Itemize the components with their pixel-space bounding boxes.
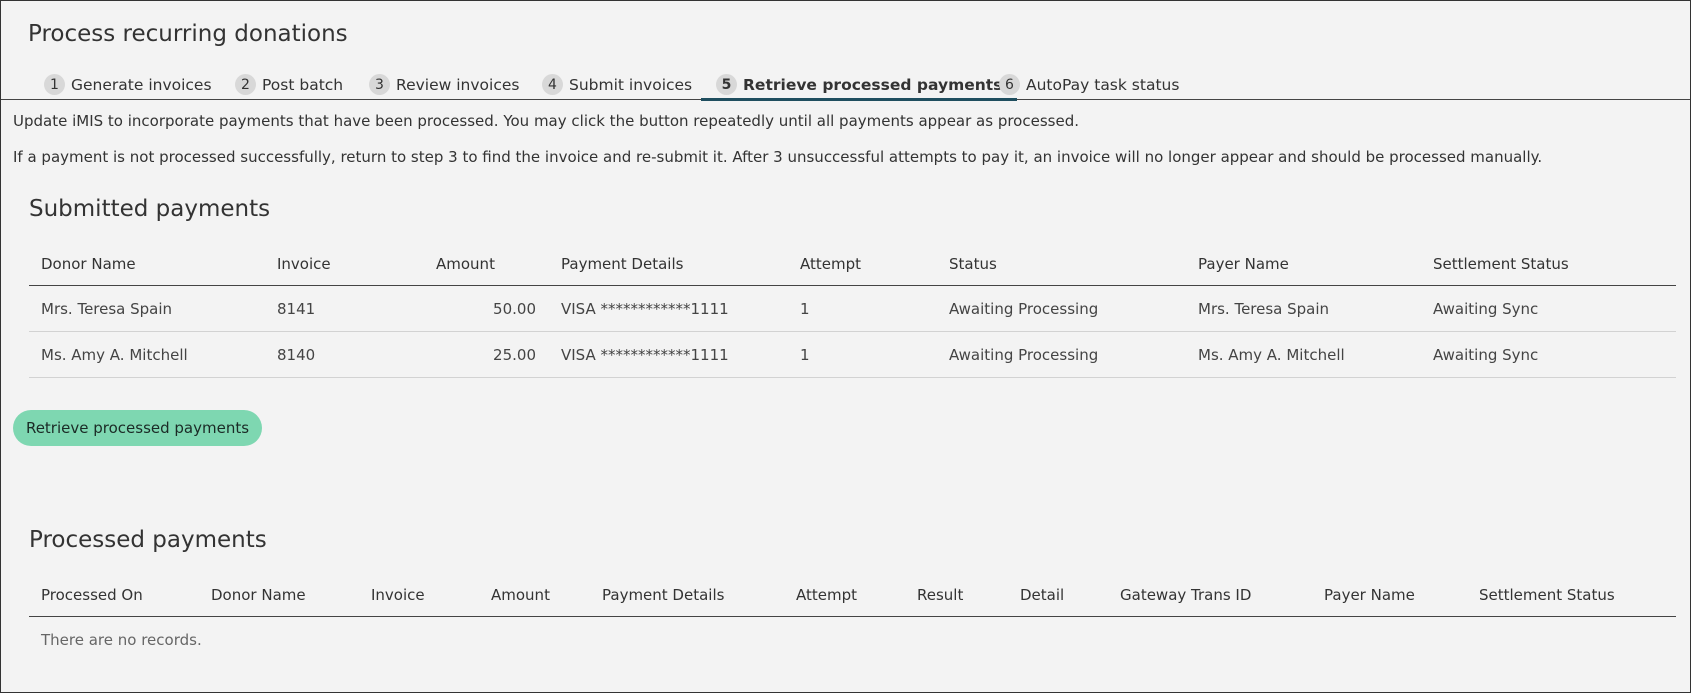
step-tabs: 1 Generate invoices 2 Post batch 3 Revie… xyxy=(1,64,1690,101)
settlement-status: Awaiting Sync xyxy=(1433,299,1539,318)
invoice: 8140 xyxy=(277,345,316,364)
retrieve-processed-payments-button[interactable]: Retrieve processed payments xyxy=(13,410,262,446)
column-header[interactable]: Payment Details xyxy=(602,573,724,616)
no-records-text: There are no records. xyxy=(41,631,202,649)
settlement-status: Awaiting Sync xyxy=(1433,345,1539,364)
column-header[interactable]: Donor Name xyxy=(211,573,306,616)
tab-submit-invoices[interactable]: 4 Submit invoices xyxy=(542,69,692,100)
column-header[interactable]: Attempt xyxy=(796,573,857,616)
app-frame: Process recurring donations 1 Generate i… xyxy=(0,0,1691,693)
processed-payments-title: Processed payments xyxy=(29,527,267,553)
intro-text-2: If a payment is not processed successful… xyxy=(13,148,1543,166)
column-header[interactable]: Result xyxy=(917,573,963,616)
step-number-badge: 3 xyxy=(369,74,390,95)
column-header[interactable]: Payer Name xyxy=(1198,242,1289,285)
tab-autopay-task-status[interactable]: 6 AutoPay task status xyxy=(999,69,1179,100)
status: Awaiting Processing xyxy=(949,299,1099,318)
column-header[interactable]: Invoice xyxy=(277,242,331,285)
intro-text-1: Update iMIS to incorporate payments that… xyxy=(13,112,1079,130)
step-number-badge: 6 xyxy=(999,74,1020,95)
submitted-payments-table: Donor Name Invoice Amount Payment Detail… xyxy=(29,242,1676,378)
table-header: Processed On Donor Name Invoice Amount P… xyxy=(29,573,1676,617)
column-header[interactable]: Processed On xyxy=(41,573,143,616)
table-header: Donor Name Invoice Amount Payment Detail… xyxy=(29,242,1676,286)
column-header[interactable]: Donor Name xyxy=(41,242,136,285)
tab-label: AutoPay task status xyxy=(1026,75,1180,94)
amount: 25.00 xyxy=(493,345,536,364)
column-header[interactable]: Payer Name xyxy=(1324,573,1415,616)
processed-payments-table: Processed On Donor Name Invoice Amount P… xyxy=(29,573,1676,617)
step-number-badge: 4 xyxy=(542,74,563,95)
amount: 50.00 xyxy=(493,299,536,318)
tab-review-invoices[interactable]: 3 Review invoices xyxy=(369,69,519,100)
tab-label: Submit invoices xyxy=(569,75,693,94)
status: Awaiting Processing xyxy=(949,345,1099,364)
payment-details: VISA ************1111 xyxy=(561,345,729,364)
column-header[interactable]: Attempt xyxy=(800,242,861,285)
tab-label: Review invoices xyxy=(396,75,520,94)
step-number-badge: 2 xyxy=(235,74,256,95)
tab-generate-invoices[interactable]: 1 Generate invoices xyxy=(44,69,212,100)
tab-label: Post batch xyxy=(262,75,344,94)
payer-name: Mrs. Teresa Spain xyxy=(1198,299,1330,318)
column-header[interactable]: Settlement Status xyxy=(1433,242,1569,285)
column-header[interactable]: Invoice xyxy=(371,573,425,616)
tab-retrieve-processed-payments[interactable]: 5 Retrieve processed payments xyxy=(700,69,1018,101)
donor-name: Mrs. Teresa Spain xyxy=(41,299,173,318)
attempt: 1 xyxy=(800,299,810,318)
donor-name: Ms. Amy A. Mitchell xyxy=(41,345,188,364)
column-header[interactable]: Detail xyxy=(1020,573,1064,616)
page-title: Process recurring donations xyxy=(28,21,348,47)
tab-label: Retrieve processed payments xyxy=(743,75,1003,94)
column-header[interactable]: Payment Details xyxy=(561,242,683,285)
attempt: 1 xyxy=(800,345,810,364)
column-header[interactable]: Amount xyxy=(491,573,550,616)
step-number-badge: 5 xyxy=(716,74,737,95)
invoice: 8141 xyxy=(277,299,316,318)
column-header[interactable]: Gateway Trans ID xyxy=(1120,573,1251,616)
column-header[interactable]: Settlement Status xyxy=(1479,573,1615,616)
tab-label: Generate invoices xyxy=(71,75,212,94)
payment-details: VISA ************1111 xyxy=(561,299,729,318)
column-header[interactable]: Status xyxy=(949,242,997,285)
table-row: Mrs. Teresa Spain 8141 50.00 VISA ******… xyxy=(29,286,1676,332)
payer-name: Ms. Amy A. Mitchell xyxy=(1198,345,1345,364)
tab-post-batch[interactable]: 2 Post batch xyxy=(235,69,343,100)
table-row: Ms. Amy A. Mitchell 8140 25.00 VISA ****… xyxy=(29,332,1676,378)
step-number-badge: 1 xyxy=(44,74,65,95)
column-header[interactable]: Amount xyxy=(436,242,495,285)
submitted-payments-title: Submitted payments xyxy=(29,196,271,222)
